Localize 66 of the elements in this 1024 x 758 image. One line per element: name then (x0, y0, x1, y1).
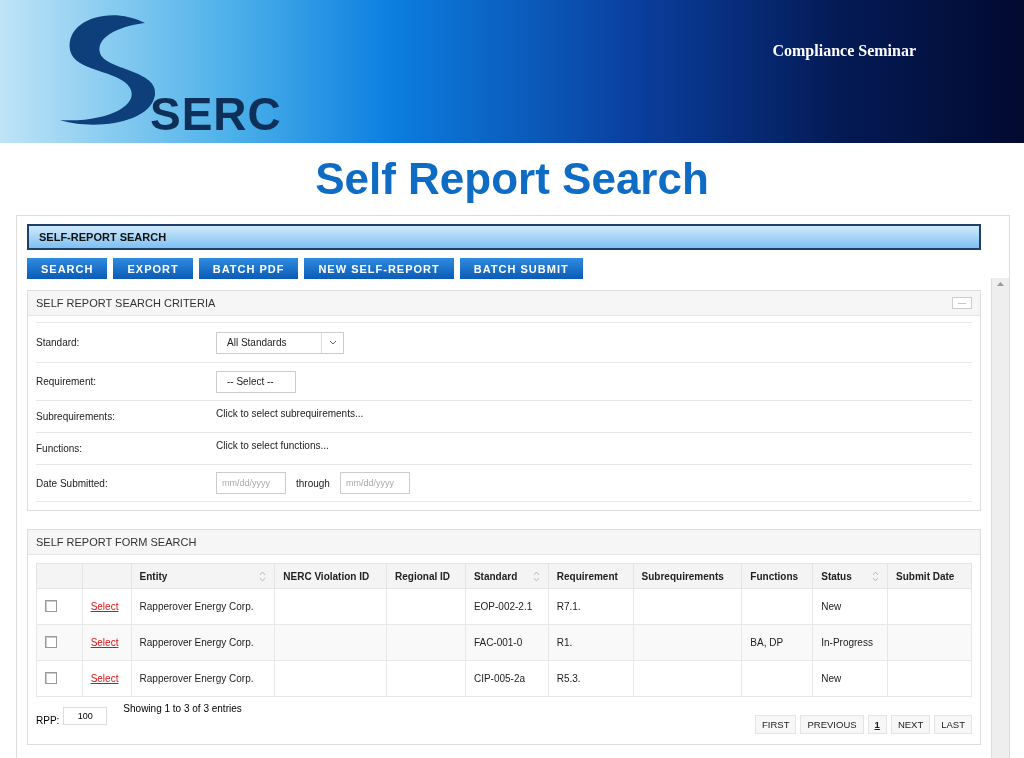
page-button[interactable]: 1 (867, 715, 887, 734)
row-checkbox[interactable] (45, 599, 57, 612)
toolbar-button[interactable]: EXPORT (113, 258, 193, 279)
field-label: Subrequirements: (36, 411, 116, 422)
column-title[interactable]: Functions (750, 570, 799, 582)
column-title[interactable]: Requirement (556, 570, 618, 582)
field-label: Functions: (36, 443, 84, 454)
requirement-dropdown[interactable]: -- Select -- (216, 370, 296, 393)
page-title-bar: SELF-REPORT SEARCH (27, 224, 981, 250)
page-button[interactable]: FIRST (755, 715, 797, 734)
table-cell-text: In-Progress (821, 637, 873, 648)
slide-title: Self Report Search (314, 153, 710, 205)
selector-link[interactable]: Click to select subrequirements... (216, 408, 364, 419)
table-cell-text: R7.1. (556, 601, 581, 612)
scrollbar[interactable] (991, 278, 1009, 758)
sort-icon[interactable] (259, 570, 267, 582)
column-title[interactable]: Submit Date (896, 570, 955, 582)
collapse-button[interactable]: — (952, 297, 972, 309)
select-link[interactable]: Select (90, 637, 119, 648)
toolbar-button[interactable]: NEW SELF-REPORT (304, 258, 454, 279)
row-checkbox[interactable] (45, 635, 57, 648)
table-cell-text: Rapperover Energy Corp. (139, 637, 254, 648)
field-label: Requirement: (36, 376, 98, 387)
table-cell-text: Rapperover Energy Corp. (139, 673, 254, 684)
toolbar-button[interactable]: SEARCH (27, 258, 108, 279)
rpp-field[interactable]: 100 (63, 706, 108, 725)
through-label: through (296, 477, 330, 489)
sort-icon[interactable] (532, 570, 540, 582)
entries-summary: Showing 1 to 3 of 3 entries (123, 703, 242, 714)
table-cell-text: R5.3. (556, 673, 581, 684)
scroll-up-icon[interactable] (997, 282, 1004, 286)
table-cell-text: CIP-005-2a (473, 673, 526, 684)
panel-title: SELF REPORT FORM SEARCH (36, 536, 197, 548)
rpp-label: RPP: (36, 715, 60, 726)
sort-icon[interactable] (872, 570, 880, 582)
select-link[interactable]: Select (90, 601, 119, 612)
column-title[interactable]: Status (821, 570, 852, 582)
table-cell-text: BA, DP (750, 637, 784, 648)
toolbar-button[interactable]: BATCH SUBMIT (459, 258, 583, 279)
table-cell-text: New (821, 601, 842, 612)
table-cell-text: Rapperover Energy Corp. (139, 601, 254, 612)
column-title[interactable]: Regional ID (395, 570, 451, 582)
table-cell-text: FAC-001-0 (473, 637, 523, 648)
field-label: Standard: (36, 337, 81, 348)
field-label: Date Submitted: (36, 477, 109, 489)
table-cell-text: New (821, 673, 842, 684)
table-cell-text: R1. (556, 637, 573, 648)
page-button[interactable]: NEXT (890, 715, 931, 734)
row-checkbox[interactable] (45, 671, 57, 684)
column-title[interactable]: Subrequirements (641, 570, 724, 582)
date-from-field[interactable]: mm/dd/yyyy (216, 472, 286, 494)
logo-text: SERC (150, 87, 282, 141)
panel-title: SELF REPORT SEARCH CRITERIA (36, 297, 216, 309)
column-title[interactable]: NERC Violation ID (283, 570, 370, 582)
chevron-down-icon (328, 340, 337, 345)
column-title[interactable]: Standard (473, 570, 518, 582)
page-button[interactable]: PREVIOUS (800, 715, 864, 734)
table-cell-text: EOP-002-2.1 (473, 601, 533, 612)
column-title[interactable]: Entity (139, 570, 168, 582)
select-link[interactable]: Select (90, 673, 119, 684)
date-to-field[interactable]: mm/dd/yyyy (339, 472, 410, 494)
seminar-subtitle: Compliance Seminar (772, 42, 916, 62)
page-button[interactable]: LAST (934, 715, 972, 734)
selector-link[interactable]: Click to select functions... (216, 440, 329, 451)
toolbar-button[interactable]: BATCH PDF (198, 258, 299, 279)
standard-dropdown[interactable]: All Standards (216, 331, 344, 354)
